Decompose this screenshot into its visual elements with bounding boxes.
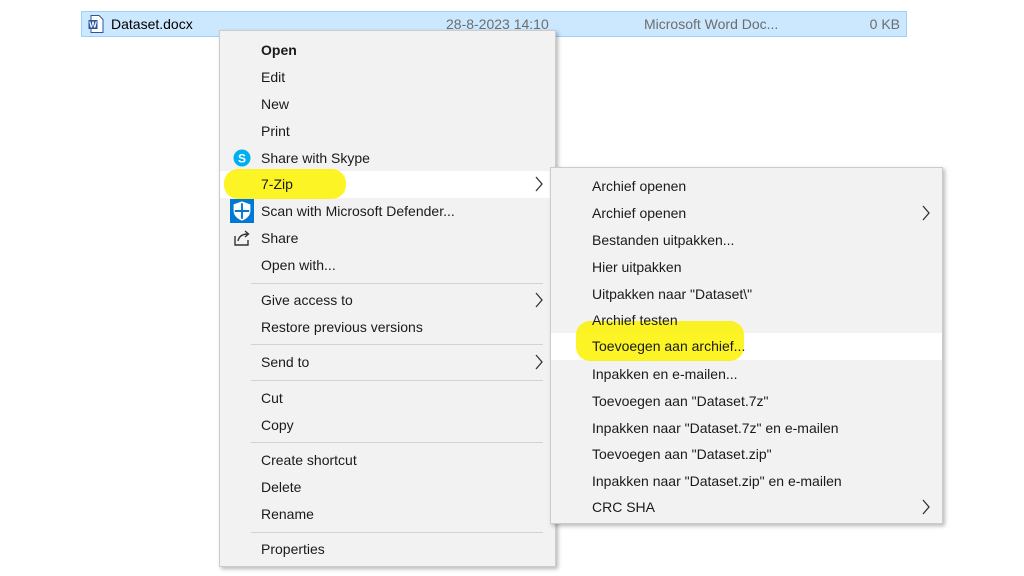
- chevron-right-icon: [535, 176, 543, 192]
- menu-item-new[interactable]: New: [220, 91, 555, 118]
- menu-item-cut[interactable]: Cut: [220, 385, 555, 412]
- menu-item-label: Uitpakken naar "Dataset\": [592, 286, 753, 302]
- submenu-item-toevoegen-aan-archief[interactable]: Toevoegen aan archief...: [551, 321, 942, 361]
- menu-item-label: Toevoegen aan "Dataset.7z": [592, 393, 769, 409]
- menu-item-label: Cut: [261, 390, 283, 406]
- word-document-icon: W: [88, 15, 104, 33]
- menu-divider: [251, 344, 543, 345]
- menu-item-label: Share: [261, 230, 299, 246]
- defender-shield-icon: [230, 199, 254, 223]
- menu-item-label: Archief testen: [592, 312, 678, 328]
- file-name: Dataset.docx: [111, 16, 193, 32]
- submenu-item-uitpakken-naar[interactable]: Uitpakken naar "Dataset\": [551, 281, 942, 308]
- submenu-item-toevoegen-7z[interactable]: Toevoegen aan "Dataset.7z": [551, 388, 942, 415]
- menu-divider: [251, 283, 543, 284]
- menu-item-label: Create shortcut: [261, 452, 357, 468]
- menu-item-label: Delete: [261, 479, 302, 495]
- context-menu: Open Edit New Print S Share with Skype 7…: [219, 30, 556, 567]
- skype-icon: S: [233, 149, 251, 167]
- menu-item-label: Properties: [261, 541, 325, 557]
- menu-item-give-access[interactable]: Give access to: [220, 287, 555, 314]
- submenu-item-hier-uitpakken[interactable]: Hier uitpakken: [551, 254, 942, 281]
- file-type: Microsoft Word Doc...: [644, 16, 779, 32]
- menu-item-label: Inpakken naar "Dataset.7z" en e-mailen: [592, 420, 839, 436]
- chevron-right-icon: [922, 205, 930, 221]
- menu-item-edit[interactable]: Edit: [220, 64, 555, 91]
- menu-item-label: CRC SHA: [592, 499, 656, 515]
- menu-item-share-skype[interactable]: S Share with Skype: [220, 145, 555, 172]
- menu-item-copy[interactable]: Copy: [220, 412, 555, 439]
- menu-item-label: Open: [261, 42, 297, 58]
- menu-item-label: Copy: [261, 417, 294, 433]
- menu-item-label: Print: [261, 123, 290, 139]
- menu-item-label: Rename: [261, 506, 314, 522]
- menu-item-label: Bestanden uitpakken...: [592, 232, 735, 248]
- menu-item-label: Send to: [261, 354, 310, 370]
- chevron-right-icon: [535, 354, 543, 370]
- menu-divider: [251, 532, 543, 533]
- menu-item-label: Open with...: [261, 257, 336, 273]
- menu-item-delete[interactable]: Delete: [220, 474, 555, 501]
- menu-item-print[interactable]: Print: [220, 118, 555, 145]
- menu-item-label: Edit: [261, 69, 286, 85]
- menu-item-label: Restore previous versions: [261, 319, 423, 335]
- menu-item-scan-defender[interactable]: Scan with Microsoft Defender...: [220, 198, 555, 225]
- menu-item-restore-versions[interactable]: Restore previous versions: [220, 314, 555, 341]
- svg-text:S: S: [238, 152, 246, 166]
- menu-item-label: Hier uitpakken: [592, 259, 682, 275]
- submenu-item-archief-openen-more[interactable]: Archief openen: [551, 200, 942, 227]
- menu-divider: [251, 380, 543, 381]
- menu-item-create-shortcut[interactable]: Create shortcut: [220, 447, 555, 474]
- submenu-item-inpakken-7z-emailen[interactable]: Inpakken naar "Dataset.7z" en e-mailen: [551, 415, 942, 442]
- menu-item-share[interactable]: Share: [220, 225, 555, 252]
- submenu-item-archief-openen[interactable]: Archief openen: [551, 173, 942, 200]
- svg-text:W: W: [89, 21, 97, 30]
- menu-item-label: 7-Zip: [261, 176, 293, 192]
- menu-divider: [251, 442, 543, 443]
- menu-item-label: Inpakken en e-mailen...: [592, 366, 738, 382]
- menu-item-label: New: [261, 96, 290, 112]
- share-icon: [234, 230, 250, 246]
- menu-item-label: Archief openen: [592, 178, 687, 194]
- menu-item-label: Inpakken naar "Dataset.zip" en e-mailen: [592, 473, 842, 489]
- menu-item-rename[interactable]: Rename: [220, 501, 555, 528]
- menu-item-7zip[interactable]: 7-Zip: [220, 169, 555, 199]
- submenu-item-inpakken-emailen[interactable]: Inpakken en e-mailen...: [551, 361, 942, 388]
- menu-item-label: Give access to: [261, 292, 353, 308]
- menu-item-label: Scan with Microsoft Defender...: [261, 203, 455, 219]
- menu-item-open-with[interactable]: Open with...: [220, 252, 555, 279]
- file-size: 0 KB: [869, 16, 900, 32]
- submenu-7zip: Archief openen Archief openen Bestanden …: [550, 167, 943, 524]
- submenu-item-crc-sha[interactable]: CRC SHA: [551, 494, 942, 521]
- menu-item-label: Toevoegen aan "Dataset.zip": [592, 446, 772, 462]
- submenu-item-inpakken-zip-emailen[interactable]: Inpakken naar "Dataset.zip" en e-mailen: [551, 468, 942, 495]
- chevron-right-icon: [535, 292, 543, 308]
- menu-item-label: Archief openen: [592, 205, 687, 221]
- submenu-item-bestanden-uitpakken[interactable]: Bestanden uitpakken...: [551, 227, 942, 254]
- menu-item-properties[interactable]: Properties: [220, 536, 555, 563]
- submenu-item-toevoegen-zip[interactable]: Toevoegen aan "Dataset.zip": [551, 441, 942, 468]
- menu-item-label: Share with Skype: [261, 150, 370, 166]
- chevron-right-icon: [922, 499, 930, 515]
- menu-item-open[interactable]: Open: [220, 37, 555, 64]
- menu-item-label: Toevoegen aan archief...: [592, 338, 746, 354]
- menu-item-send-to[interactable]: Send to: [220, 349, 555, 376]
